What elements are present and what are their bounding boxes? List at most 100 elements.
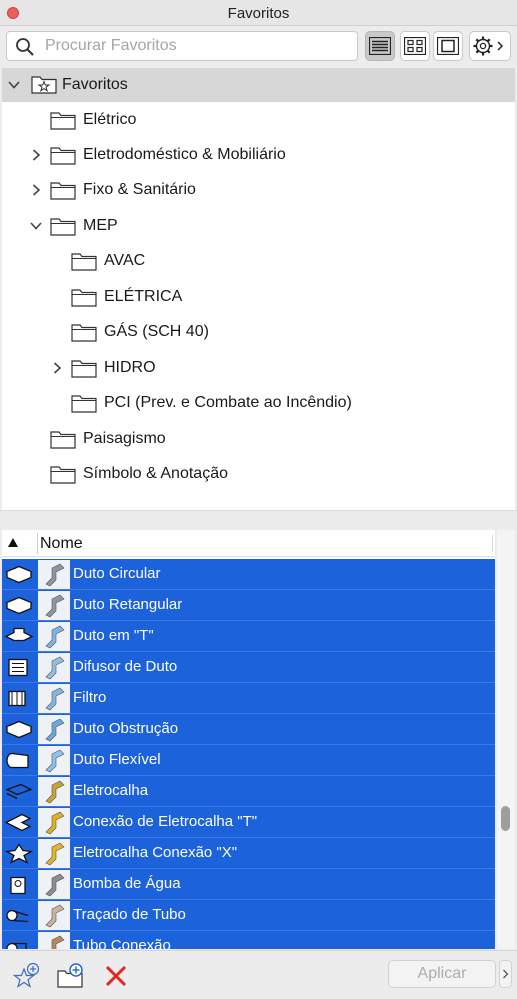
item-preview-icon bbox=[45, 594, 65, 618]
folder-icon bbox=[71, 395, 97, 413]
list-item[interactable]: Duto Retangular bbox=[2, 590, 495, 621]
preview-view-button[interactable] bbox=[433, 31, 463, 61]
list-item[interactable]: Tubo Conexão bbox=[2, 931, 495, 949]
list-item-label: Difusor de Duto bbox=[73, 658, 178, 675]
window-title: Favoritos bbox=[227, 5, 290, 22]
pipe-fitting-icon bbox=[6, 942, 27, 949]
folder-icon bbox=[71, 324, 97, 342]
cable-tray-tee-icon bbox=[4, 813, 32, 832]
folder-icon bbox=[71, 360, 97, 378]
item-preview-icon bbox=[45, 904, 65, 928]
tree-item-gas[interactable]: GÁS (SCH 40) bbox=[2, 315, 515, 349]
tree-item-simbolo-anotacao[interactable]: Símbolo & Anotação bbox=[2, 457, 515, 491]
tree-root-label: Favoritos bbox=[62, 76, 128, 93]
tree-item-avac[interactable]: AVAC bbox=[2, 244, 515, 278]
duct-obstruction-icon bbox=[5, 720, 33, 739]
item-thumbnail bbox=[38, 808, 70, 837]
tree-item-label: Eletrodoméstico & Mobiliário bbox=[83, 146, 286, 163]
grid-view-button[interactable] bbox=[400, 31, 430, 61]
chevron-right-icon[interactable] bbox=[29, 183, 43, 197]
panel-splitter[interactable] bbox=[0, 510, 517, 530]
search-input[interactable] bbox=[45, 32, 345, 60]
list-item[interactable]: Duto Flexível bbox=[2, 745, 495, 776]
preview-view-icon bbox=[437, 37, 459, 55]
chevron-down-icon[interactable] bbox=[7, 78, 21, 92]
list-item[interactable]: Traçado de Tubo bbox=[2, 900, 495, 931]
favorites-list: Nome Duto Circular Duto Retangular Duto em… bbox=[2, 530, 495, 949]
chevron-right-icon[interactable] bbox=[29, 148, 43, 162]
folder-icon bbox=[71, 253, 97, 271]
tree-item-label: Elétrico bbox=[83, 111, 137, 128]
list-item[interactable]: Duto Obstrução bbox=[2, 714, 495, 745]
list-item[interactable]: Filtro bbox=[2, 683, 495, 714]
list-item-label: Duto Retangular bbox=[73, 596, 183, 613]
tree-item-mep[interactable]: MEP bbox=[2, 209, 515, 243]
column-divider bbox=[37, 533, 38, 554]
item-thumbnail bbox=[38, 653, 70, 682]
item-preview-icon bbox=[51, 935, 65, 949]
list-item[interactable]: Eletrocalha bbox=[2, 776, 495, 807]
list-item-label: Bomba de Água bbox=[73, 875, 181, 892]
list-item-label: Duto Flexível bbox=[73, 751, 161, 768]
tree-item-paisagismo[interactable]: Paisagismo bbox=[2, 422, 515, 456]
tree-item-eletrico[interactable]: Elétrico bbox=[2, 103, 515, 137]
list-item[interactable]: Bomba de Água bbox=[2, 869, 495, 900]
tree-item-label: ELÉTRICA bbox=[104, 288, 183, 305]
apply-button[interactable]: Aplicar bbox=[388, 960, 496, 988]
item-preview-icon bbox=[45, 687, 65, 711]
add-favorite-icon[interactable] bbox=[12, 961, 42, 991]
delete-icon[interactable] bbox=[101, 961, 131, 991]
cable-tray-cross-icon bbox=[4, 843, 34, 864]
item-preview-icon bbox=[45, 749, 65, 773]
list-item-label: Duto Circular bbox=[73, 565, 161, 582]
apply-options-button[interactable] bbox=[499, 960, 512, 988]
sort-ascending-icon[interactable] bbox=[8, 538, 18, 547]
list-item[interactable]: Duto em "T" bbox=[2, 621, 495, 652]
list-item-label: Traçado de Tubo bbox=[73, 906, 186, 923]
options-menu-button[interactable] bbox=[469, 31, 511, 61]
list-item-label: Eletrocalha bbox=[73, 782, 149, 799]
tree-root-favorites[interactable]: Favoritos bbox=[2, 68, 515, 102]
favorites-folder-icon bbox=[31, 76, 57, 94]
column-divider bbox=[492, 535, 493, 552]
list-view-button[interactable] bbox=[365, 31, 395, 61]
folder-icon bbox=[50, 147, 76, 165]
list-item[interactable]: Duto Circular bbox=[2, 559, 495, 590]
new-folder-icon[interactable] bbox=[56, 961, 86, 991]
tree-item-label: HIDRO bbox=[104, 359, 156, 376]
list-item-label: Duto em "T" bbox=[73, 627, 154, 644]
list-view-icon bbox=[369, 37, 391, 55]
favorites-tree: Favoritos Elétrico Eletrodoméstico & Mob… bbox=[2, 68, 515, 510]
list-item-label: Tubo Conexão bbox=[73, 937, 171, 949]
item-thumbnail bbox=[38, 622, 70, 651]
item-preview-icon bbox=[45, 842, 65, 866]
item-thumbnail bbox=[38, 777, 70, 806]
toolbar bbox=[0, 26, 517, 68]
list-item[interactable]: Conexão de Eletrocalha "T" bbox=[2, 807, 495, 838]
title-bar: Favoritos bbox=[0, 0, 517, 26]
duct-tee-icon bbox=[4, 627, 34, 642]
item-thumbnail bbox=[38, 715, 70, 744]
list-item-label: Filtro bbox=[73, 689, 107, 706]
list-item-label: Conexão de Eletrocalha "T" bbox=[73, 813, 258, 830]
chevron-right-icon[interactable] bbox=[50, 361, 64, 375]
tree-item-fixo-sanitario[interactable]: Fixo & Sanitário bbox=[2, 173, 515, 207]
tree-item-eletrodomestico[interactable]: Eletrodoméstico & Mobiliário bbox=[2, 138, 515, 172]
list-scrollbar[interactable] bbox=[497, 530, 515, 949]
footer-bar: Aplicar bbox=[0, 950, 517, 999]
list-item-label: Eletrocalha Conexão "X" bbox=[73, 844, 238, 861]
tree-item-label: GÁS (SCH 40) bbox=[104, 323, 209, 340]
list-item[interactable]: Difusor de Duto bbox=[2, 652, 495, 683]
item-thumbnail bbox=[38, 591, 70, 620]
list-item[interactable]: Eletrocalha Conexão "X" bbox=[2, 838, 495, 869]
search-field[interactable] bbox=[6, 31, 358, 61]
tree-item-hidro[interactable]: HIDRO bbox=[2, 351, 515, 385]
tree-item-pci[interactable]: PCI (Prev. e Combate ao Incêndio) bbox=[2, 386, 515, 420]
tree-item-eletrica[interactable]: ELÉTRICA bbox=[2, 280, 515, 314]
item-preview-icon bbox=[45, 656, 65, 680]
tree-item-label: Fixo & Sanitário bbox=[83, 181, 196, 198]
scrollbar-thumb[interactable] bbox=[501, 806, 510, 831]
chevron-down-icon[interactable] bbox=[29, 219, 43, 233]
column-header-name[interactable]: Nome bbox=[40, 535, 83, 553]
folder-icon bbox=[50, 431, 76, 449]
